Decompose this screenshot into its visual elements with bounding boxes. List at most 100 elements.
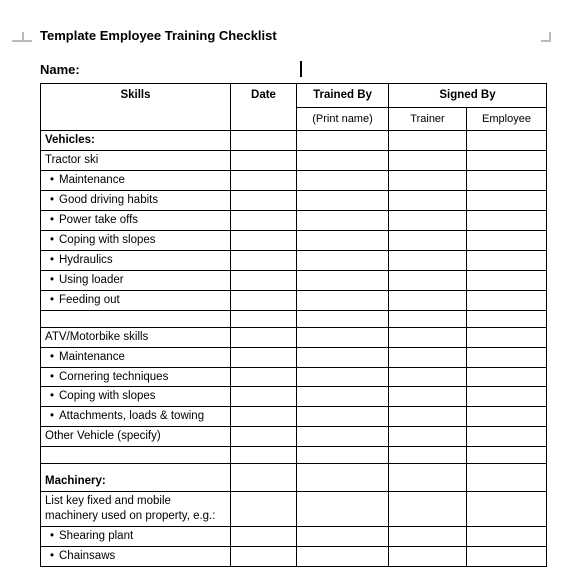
- empty-cell[interactable]: [231, 527, 297, 547]
- empty-cell[interactable]: [231, 151, 297, 171]
- empty-cell[interactable]: [231, 464, 297, 492]
- empty-cell[interactable]: [467, 387, 547, 407]
- empty-cell[interactable]: [389, 407, 467, 427]
- empty-cell[interactable]: [389, 210, 467, 230]
- empty-cell[interactable]: [231, 547, 297, 567]
- empty-cell[interactable]: [467, 171, 547, 191]
- empty-cell[interactable]: [297, 427, 389, 447]
- empty-cell[interactable]: [389, 492, 467, 527]
- empty-cell[interactable]: [231, 171, 297, 191]
- empty-cell[interactable]: [297, 131, 389, 151]
- empty-cell[interactable]: [231, 290, 297, 310]
- skill-item: •Coping with slopes: [45, 233, 226, 248]
- empty-cell[interactable]: [389, 527, 467, 547]
- empty-cell[interactable]: [231, 447, 297, 464]
- table-row: •Shearing plant: [41, 527, 547, 547]
- empty-cell[interactable]: [231, 310, 297, 327]
- group-subheading: Other Vehicle (specify): [45, 430, 161, 442]
- empty-cell[interactable]: [297, 367, 389, 387]
- empty-cell[interactable]: [467, 151, 547, 171]
- empty-cell[interactable]: [231, 230, 297, 250]
- empty-cell[interactable]: [297, 347, 389, 367]
- empty-cell[interactable]: [467, 527, 547, 547]
- bullet-icon: •: [45, 350, 59, 365]
- empty-cell[interactable]: [389, 250, 467, 270]
- empty-cell[interactable]: [297, 492, 389, 527]
- empty-cell[interactable]: [467, 131, 547, 151]
- empty-cell[interactable]: [467, 347, 547, 367]
- empty-cell[interactable]: [467, 447, 547, 464]
- empty-cell[interactable]: [297, 527, 389, 547]
- empty-cell[interactable]: [231, 427, 297, 447]
- empty-cell[interactable]: [389, 151, 467, 171]
- empty-cell[interactable]: [467, 464, 547, 492]
- skill-cell: •Coping with slopes: [41, 230, 231, 250]
- empty-cell[interactable]: [467, 367, 547, 387]
- table-row: •Coping with slopes: [41, 387, 547, 407]
- empty-cell[interactable]: [297, 387, 389, 407]
- empty-cell[interactable]: [297, 171, 389, 191]
- empty-cell[interactable]: [297, 210, 389, 230]
- empty-cell[interactable]: [389, 191, 467, 211]
- empty-cell[interactable]: [389, 464, 467, 492]
- empty-cell[interactable]: [231, 191, 297, 211]
- empty-cell[interactable]: [231, 250, 297, 270]
- empty-cell[interactable]: [389, 290, 467, 310]
- empty-cell[interactable]: [467, 407, 547, 427]
- empty-cell[interactable]: [467, 230, 547, 250]
- section-heading: Vehicles:: [45, 134, 95, 146]
- empty-cell[interactable]: [467, 327, 547, 347]
- empty-cell[interactable]: [231, 327, 297, 347]
- empty-cell[interactable]: [231, 407, 297, 427]
- empty-cell[interactable]: [231, 210, 297, 230]
- empty-cell[interactable]: [389, 427, 467, 447]
- empty-cell[interactable]: [297, 290, 389, 310]
- skill-text: Hydraulics: [59, 253, 113, 268]
- empty-cell[interactable]: [297, 250, 389, 270]
- empty-cell[interactable]: [297, 464, 389, 492]
- empty-cell[interactable]: [297, 230, 389, 250]
- skill-cell: Vehicles:: [41, 131, 231, 151]
- empty-cell[interactable]: [297, 270, 389, 290]
- empty-cell[interactable]: [231, 367, 297, 387]
- empty-cell[interactable]: [467, 547, 547, 567]
- empty-cell[interactable]: [389, 230, 467, 250]
- empty-cell[interactable]: [467, 191, 547, 211]
- table-row: •Feeding out: [41, 290, 547, 310]
- empty-cell[interactable]: [297, 547, 389, 567]
- bullet-icon: •: [45, 370, 59, 385]
- empty-cell[interactable]: [389, 547, 467, 567]
- text-cursor: [300, 61, 302, 77]
- empty-cell[interactable]: [297, 151, 389, 171]
- empty-cell[interactable]: [389, 387, 467, 407]
- skill-item: •Cornering techniques: [45, 370, 226, 385]
- empty-cell[interactable]: [467, 250, 547, 270]
- empty-cell[interactable]: [389, 171, 467, 191]
- empty-cell[interactable]: [231, 387, 297, 407]
- empty-cell[interactable]: [297, 327, 389, 347]
- empty-cell[interactable]: [297, 310, 389, 327]
- empty-cell[interactable]: [389, 327, 467, 347]
- empty-cell[interactable]: [467, 290, 547, 310]
- empty-cell[interactable]: [467, 310, 547, 327]
- empty-cell[interactable]: [297, 447, 389, 464]
- empty-cell[interactable]: [231, 347, 297, 367]
- empty-cell[interactable]: [389, 131, 467, 151]
- empty-cell[interactable]: [467, 210, 547, 230]
- empty-cell[interactable]: [467, 492, 547, 527]
- empty-cell[interactable]: [231, 131, 297, 151]
- empty-cell[interactable]: [467, 427, 547, 447]
- empty-cell[interactable]: [297, 407, 389, 427]
- empty-cell[interactable]: [389, 310, 467, 327]
- skill-item: •Feeding out: [45, 293, 226, 308]
- table-row: Vehicles:: [41, 131, 547, 151]
- empty-cell[interactable]: [389, 367, 467, 387]
- empty-cell[interactable]: [297, 191, 389, 211]
- empty-cell[interactable]: [231, 270, 297, 290]
- empty-cell[interactable]: [467, 270, 547, 290]
- section-heading: Machinery:: [45, 475, 106, 487]
- empty-cell[interactable]: [389, 270, 467, 290]
- empty-cell[interactable]: [389, 447, 467, 464]
- empty-cell[interactable]: [389, 347, 467, 367]
- empty-cell[interactable]: [231, 492, 297, 527]
